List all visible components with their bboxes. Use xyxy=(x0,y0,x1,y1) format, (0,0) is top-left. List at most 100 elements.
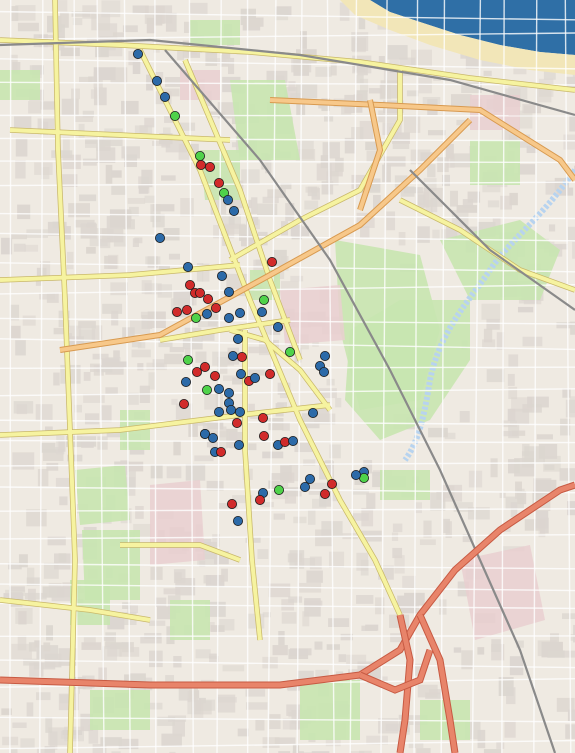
building-block xyxy=(506,687,516,705)
map-marker-green[interactable] xyxy=(190,312,201,323)
map-marker-blue[interactable] xyxy=(216,270,227,281)
map-marker-blue[interactable] xyxy=(299,481,310,492)
building-block xyxy=(166,466,182,479)
map-marker-red[interactable] xyxy=(171,306,182,317)
building-block xyxy=(245,702,268,710)
map-marker-red[interactable] xyxy=(236,351,247,362)
map-marker-red[interactable] xyxy=(231,417,242,428)
map-marker-red[interactable] xyxy=(191,366,202,377)
map-marker-red[interactable] xyxy=(254,494,265,505)
map-marker-blue[interactable] xyxy=(223,387,234,398)
map-marker-red[interactable] xyxy=(326,478,337,489)
map-marker-red[interactable] xyxy=(215,446,226,457)
map-marker-blue[interactable] xyxy=(225,404,236,415)
building-block xyxy=(496,742,505,749)
map-marker-red[interactable] xyxy=(204,161,215,172)
map-marker-red[interactable] xyxy=(209,370,220,381)
building-block xyxy=(386,211,396,231)
map-marker-blue[interactable] xyxy=(223,312,234,323)
building-block xyxy=(55,477,70,488)
map-marker-red[interactable] xyxy=(181,304,192,315)
map-marker-blue[interactable] xyxy=(272,321,283,332)
map-canvas[interactable] xyxy=(0,0,575,753)
map-marker-blue[interactable] xyxy=(159,92,170,103)
map-marker-red[interactable] xyxy=(184,279,195,290)
map-marker-blue[interactable] xyxy=(222,194,233,205)
map-marker-red[interactable] xyxy=(258,430,269,441)
map-marker-blue[interactable] xyxy=(304,473,315,484)
building-block xyxy=(137,363,144,371)
map-marker-red[interactable] xyxy=(319,488,330,499)
building-block xyxy=(548,224,556,232)
map-marker-blue[interactable] xyxy=(235,368,246,379)
building-block xyxy=(59,496,68,506)
map-marker-red[interactable] xyxy=(202,293,213,304)
building-block xyxy=(312,498,327,509)
map-marker-blue[interactable] xyxy=(232,333,243,344)
building-block xyxy=(453,647,462,653)
map-marker-blue[interactable] xyxy=(223,286,234,297)
map-marker-red[interactable] xyxy=(210,302,221,313)
building-block xyxy=(17,22,39,32)
map-marker-blue[interactable] xyxy=(201,308,212,319)
map-marker-red[interactable] xyxy=(199,361,210,372)
building-block xyxy=(278,630,285,646)
building-block xyxy=(85,140,106,148)
building-block xyxy=(17,204,31,220)
map-marker-green[interactable] xyxy=(182,354,193,365)
map-marker-red[interactable] xyxy=(194,287,205,298)
map-marker-blue[interactable] xyxy=(307,407,318,418)
map-marker-blue[interactable] xyxy=(249,372,260,383)
building-block xyxy=(508,386,518,400)
map-marker-blue[interactable] xyxy=(207,432,218,443)
map-marker-green[interactable] xyxy=(273,484,284,495)
building-block xyxy=(101,646,118,661)
map-view[interactable] xyxy=(0,0,575,753)
map-marker-green[interactable] xyxy=(194,150,205,161)
map-marker-red[interactable] xyxy=(195,159,206,170)
building-block xyxy=(483,328,493,343)
map-marker-blue[interactable] xyxy=(234,406,245,417)
map-marker-blue[interactable] xyxy=(234,307,245,318)
map-marker-blue[interactable] xyxy=(232,516,243,527)
map-marker-green[interactable] xyxy=(169,111,180,122)
building-block xyxy=(262,656,278,669)
map-marker-red[interactable] xyxy=(213,177,224,188)
building-block xyxy=(96,365,113,373)
building-block xyxy=(274,7,289,21)
map-marker-blue[interactable] xyxy=(287,435,298,446)
map-marker-blue[interactable] xyxy=(318,366,329,377)
map-marker-red[interactable] xyxy=(178,398,189,409)
building-block xyxy=(392,523,403,533)
map-marker-blue[interactable] xyxy=(319,350,330,361)
building-block xyxy=(173,440,181,456)
map-marker-green[interactable] xyxy=(201,384,212,395)
map-marker-red[interactable] xyxy=(257,412,268,423)
map-marker-blue[interactable] xyxy=(151,76,162,87)
building-block xyxy=(307,509,316,525)
map-marker-blue[interactable] xyxy=(180,376,191,387)
map-marker-blue[interactable] xyxy=(256,306,267,317)
building-block xyxy=(43,562,59,579)
building-block xyxy=(304,200,319,210)
map-marker-blue[interactable] xyxy=(132,49,143,60)
building-block xyxy=(195,351,207,363)
map-marker-blue[interactable] xyxy=(182,261,193,272)
map-marker-blue[interactable] xyxy=(154,232,165,243)
map-marker-blue[interactable] xyxy=(213,406,224,417)
map-marker-red[interactable] xyxy=(226,498,237,509)
building-block xyxy=(155,597,167,607)
map-marker-blue[interactable] xyxy=(228,205,239,216)
building-block xyxy=(128,461,144,472)
map-marker-green[interactable] xyxy=(284,346,295,357)
map-marker-green[interactable] xyxy=(258,294,269,305)
map-marker-blue[interactable] xyxy=(233,439,244,450)
map-marker-blue[interactable] xyxy=(213,383,224,394)
building-block xyxy=(12,722,27,728)
map-marker-blue[interactable] xyxy=(227,350,238,361)
map-marker-red[interactable] xyxy=(266,256,277,267)
building-block xyxy=(46,625,53,641)
map-marker-blue[interactable] xyxy=(350,469,361,480)
building-block xyxy=(508,459,520,474)
map-marker-red[interactable] xyxy=(264,368,275,379)
